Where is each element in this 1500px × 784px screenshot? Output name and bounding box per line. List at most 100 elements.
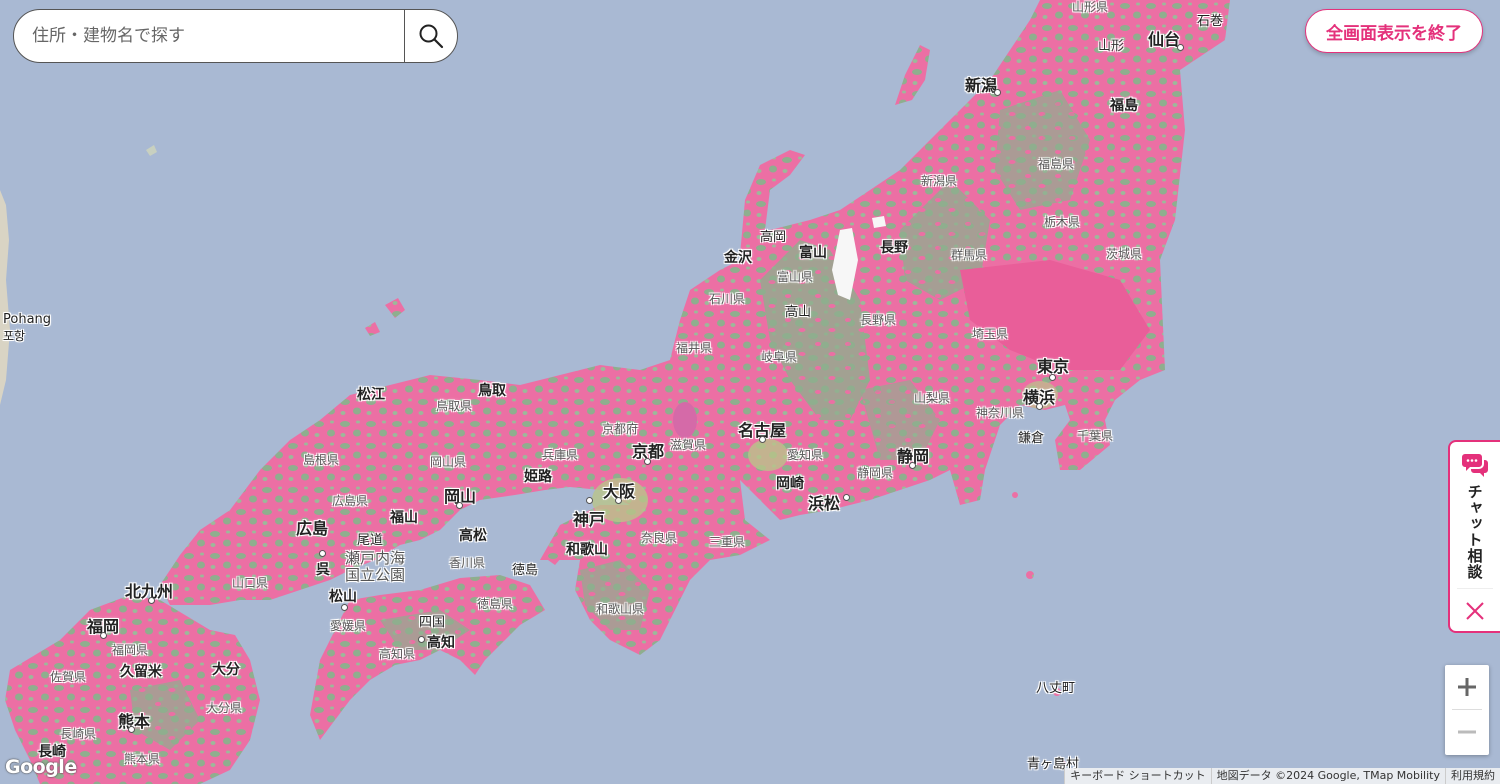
label-kure: 呉 <box>316 562 330 578</box>
marker-kitakyushu <box>148 597 155 604</box>
chat-consult-tab[interactable]: チャット相談 <box>1448 440 1500 633</box>
close-icon[interactable] <box>1465 601 1485 621</box>
label-toyama: 富山 <box>799 245 827 261</box>
label-pohang-korean: 포항 <box>3 329 26 343</box>
sado-island <box>895 45 930 105</box>
search-button[interactable] <box>404 10 457 62</box>
exit-fullscreen-button[interactable]: 全画面表示を終了 <box>1305 9 1483 53</box>
marker-okayama <box>456 502 463 509</box>
chat-bubble-icon <box>1462 454 1488 477</box>
label-mie-ken: 三重県 <box>709 535 746 549</box>
label-gunma-ken: 群馬県 <box>951 248 988 262</box>
label-tokushima: 徳島 <box>512 563 539 578</box>
label-hyogo-ken: 兵庫県 <box>542 448 579 462</box>
label-fukuyama: 福山 <box>390 510 418 526</box>
label-hachijo: 八丈町 <box>1036 681 1076 696</box>
label-gifu-ken: 岐阜県 <box>761 350 798 364</box>
map-data-credit: 地図データ ©2024 Google, TMap Mobility <box>1210 768 1445 784</box>
label-kyoto-fu: 京都府 <box>602 422 639 436</box>
label-takaoka: 高岡 <box>760 230 787 245</box>
label-oita-ken: 大分県 <box>206 701 243 715</box>
label-kamakura: 鎌倉 <box>1018 431 1045 446</box>
label-shimane-ken: 島根県 <box>303 453 340 467</box>
marker-yokohama <box>1036 403 1043 410</box>
zoom-control <box>1445 665 1489 755</box>
label-kochi: 高知 <box>427 635 455 651</box>
label-onomichi: 尾道 <box>357 533 384 548</box>
marker-kumamoto <box>128 726 135 733</box>
label-okayama-ken: 岡山県 <box>430 455 467 469</box>
label-shikoku: 四国 <box>419 615 446 630</box>
map-attribution: キーボード ショートカット 地図データ ©2024 Google, TMap M… <box>1064 768 1500 784</box>
zoom-out-button[interactable] <box>1445 710 1489 754</box>
minus-icon <box>1458 730 1476 734</box>
label-himeji: 姫路 <box>524 469 552 485</box>
keyboard-shortcuts-link[interactable]: キーボード ショートカット <box>1064 768 1211 784</box>
label-ehime-ken: 愛媛県 <box>330 619 367 633</box>
label-oita: 大分 <box>212 662 240 678</box>
google-logo[interactable]: Google <box>5 756 77 778</box>
label-hamamatsu: 浜松 <box>808 494 841 513</box>
marker-kobe <box>586 497 593 504</box>
address-search-bar <box>13 9 458 63</box>
label-ibaraki-ken: 茨城県 <box>1106 247 1143 261</box>
label-saga-ken: 佐賀県 <box>50 670 87 684</box>
label-kanagawa-ken: 神奈川県 <box>976 406 1025 420</box>
label-aichi-ken: 愛知県 <box>787 448 824 462</box>
label-saitama-ken: 埼玉県 <box>972 327 1009 341</box>
label-kurume: 久留米 <box>120 664 162 680</box>
search-icon <box>419 24 444 49</box>
label-ishikawa-ken: 石川県 <box>709 292 746 306</box>
address-search-input[interactable] <box>14 10 404 62</box>
zoom-in-button[interactable] <box>1445 665 1489 709</box>
marker-kochi <box>418 636 425 643</box>
plus-icon <box>1458 678 1476 696</box>
label-yamagata-ken-top: 山形県 <box>1072 0 1109 14</box>
label-fukuoka-ken: 福岡県 <box>112 643 149 657</box>
label-nagano-ken: 長野県 <box>860 313 897 327</box>
marker-matsuyama <box>341 604 348 611</box>
label-matsue: 松江 <box>357 387 385 403</box>
marker-fukuoka <box>100 632 107 639</box>
label-okazaki: 岡崎 <box>776 476 804 492</box>
chat-consult-label: チャット相談 <box>1465 484 1484 580</box>
korea-coast <box>0 190 10 405</box>
marker-shizuoka <box>909 462 916 469</box>
label-tochigi-ken: 栃木県 <box>1044 215 1081 229</box>
label-niigata-ken: 新潟県 <box>921 174 958 188</box>
label-wakayama-ken: 和歌山県 <box>596 602 645 616</box>
label-yamanashi-ken: 山梨県 <box>914 391 951 405</box>
label-kagawa-ken: 香川県 <box>449 556 486 570</box>
label-ishinomaki: 石巻 <box>1197 14 1224 29</box>
label-kochi-ken: 高知県 <box>379 647 416 661</box>
label-shiga-ken: 滋賀県 <box>670 438 707 452</box>
label-kanazawa: 金沢 <box>724 250 752 266</box>
label-hiroshima-ken: 広島県 <box>332 494 369 508</box>
label-fukui-ken: 福井県 <box>676 341 713 355</box>
label-nagano: 長野 <box>880 240 908 256</box>
label-wakayama: 和歌山 <box>566 542 608 558</box>
marker-kyoto <box>644 458 651 465</box>
label-setonaikai-park: 国立公園 <box>345 566 406 584</box>
label-tottori: 鳥取 <box>478 383 506 399</box>
label-hiroshima: 広島 <box>296 519 329 538</box>
marker-niigata <box>994 89 1001 96</box>
label-yamaguchi-ken: 山口県 <box>232 576 269 590</box>
label-fukushima: 福島 <box>1110 98 1138 114</box>
label-takayama: 高山 <box>785 305 812 320</box>
label-niigata: 新潟 <box>965 76 998 95</box>
label-shizuoka-ken: 静岡県 <box>857 466 894 480</box>
label-fukushima-ken: 福島県 <box>1038 157 1075 171</box>
label-kumamoto-ken: 熊本県 <box>124 752 161 766</box>
marker-tokyo <box>1049 374 1056 381</box>
label-tokushima-ken: 徳島県 <box>477 597 514 611</box>
label-kobe: 神戸 <box>573 510 606 529</box>
marker-hamamatsu <box>843 494 850 501</box>
label-yamagata: 山形 <box>1098 39 1125 54</box>
label-takamatsu: 高松 <box>459 528 487 544</box>
terms-link[interactable]: 利用規約 <box>1445 768 1500 784</box>
label-sendai: 仙台 <box>1148 30 1181 49</box>
marker-hiroshima <box>319 550 326 557</box>
label-nagasaki-ken: 長崎県 <box>60 727 97 741</box>
marker-sendai <box>1177 44 1184 51</box>
